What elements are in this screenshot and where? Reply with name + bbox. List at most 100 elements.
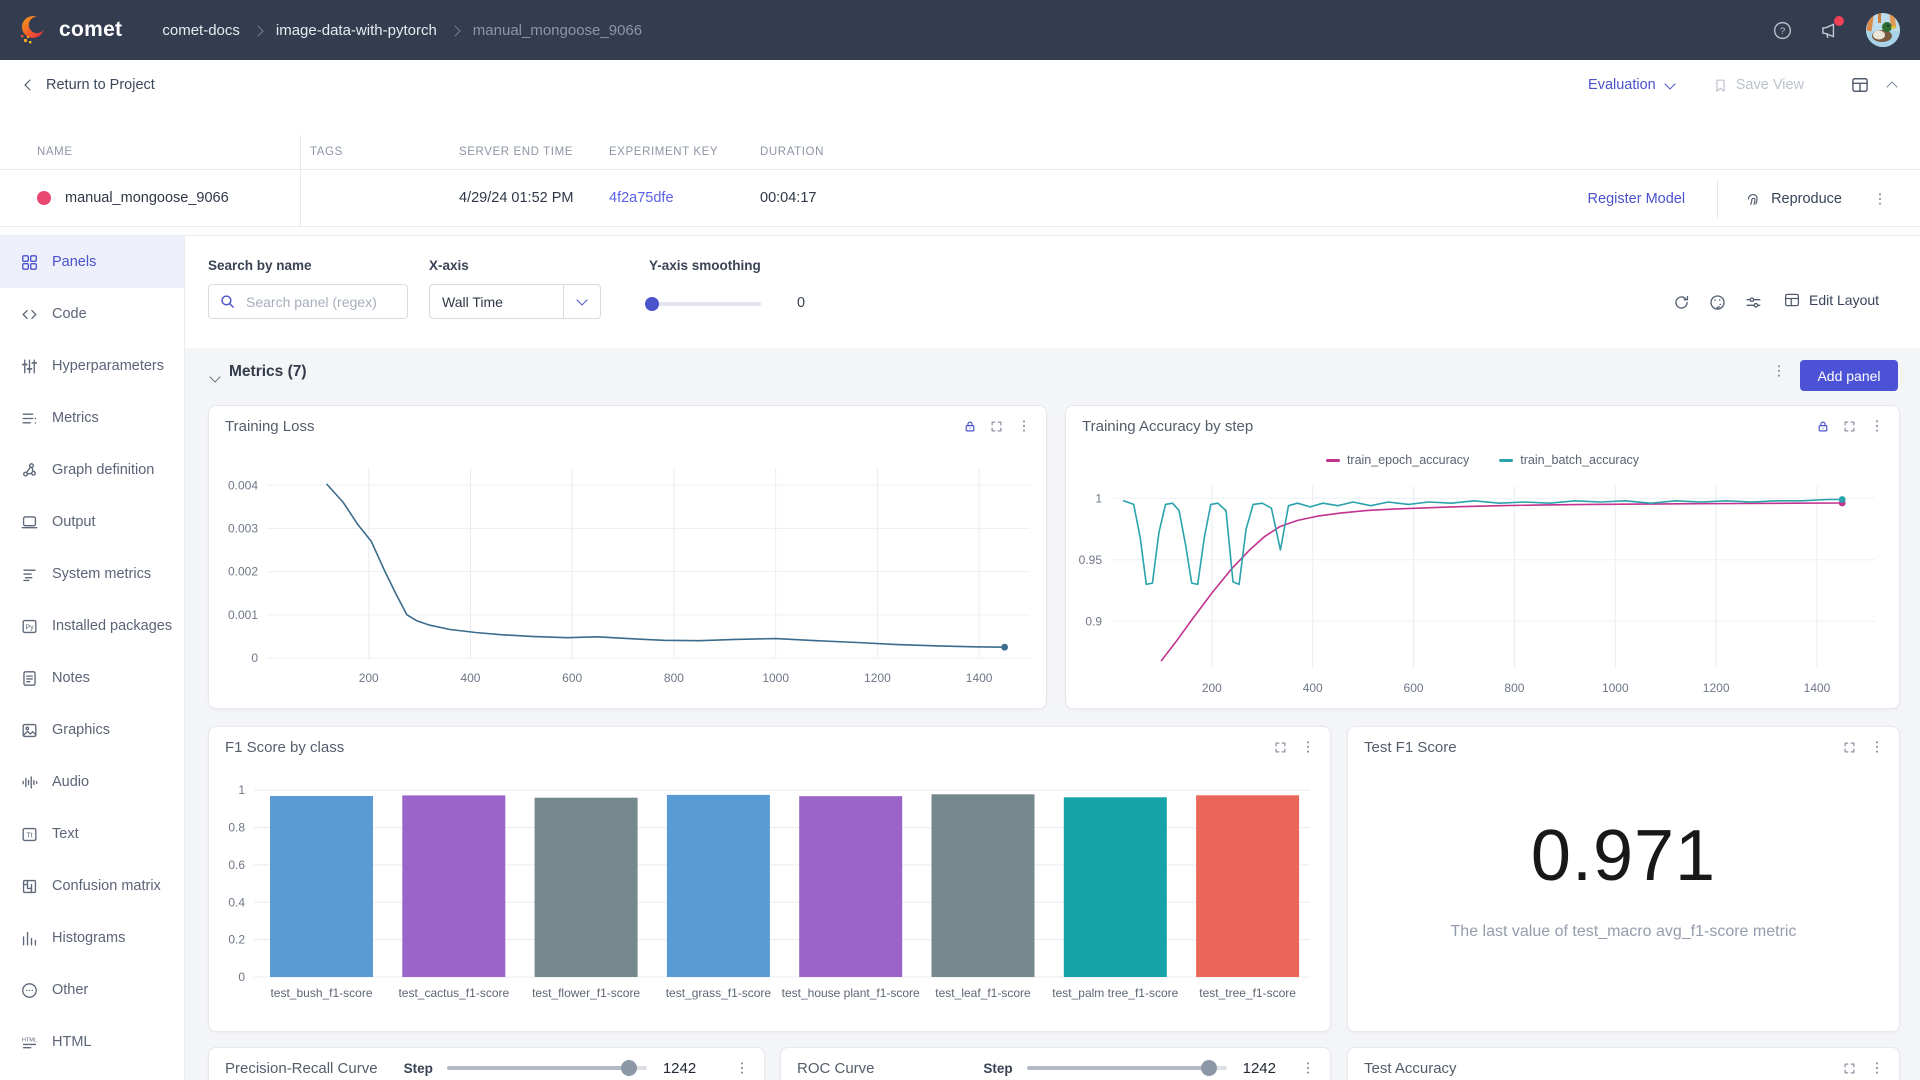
lock-icon[interactable]	[1816, 419, 1830, 434]
expand-icon[interactable]	[1842, 740, 1857, 755]
column-header-duration[interactable]: DURATION	[760, 146, 1920, 158]
sidebar-item-graphics[interactable]: Graphics	[0, 704, 184, 756]
experiment-name: manual_mongoose_9066	[65, 190, 229, 206]
view-dropdown[interactable]: Evaluation	[1588, 77, 1674, 93]
view-dropdown-value: Evaluation	[1588, 77, 1656, 93]
sidebar-item-label: Notes	[52, 670, 90, 686]
column-header-server-end-time[interactable]: SERVER END TIME	[459, 146, 609, 158]
svg-text:0.8: 0.8	[228, 821, 245, 835]
svg-text:Tt: Tt	[26, 831, 32, 839]
x-axis-value: Wall Time	[430, 294, 563, 310]
kebab-menu-icon[interactable]	[734, 1060, 750, 1076]
refresh-icon[interactable]	[1672, 293, 1691, 312]
step-label: Step	[404, 1061, 433, 1076]
breadcrumb-workspace[interactable]: comet-docs	[162, 22, 240, 39]
sidebar-item-text[interactable]: TtText	[0, 808, 184, 860]
expand-icon[interactable]	[1842, 1061, 1857, 1076]
step-slider-fill	[1027, 1066, 1209, 1070]
column-header-experiment-key[interactable]: EXPERIMENT KEY	[609, 146, 760, 158]
add-panel-button[interactable]: Add panel	[1800, 360, 1898, 391]
sidebar-item-output[interactable]: Output	[0, 496, 184, 548]
breadcrumb-project[interactable]: image-data-with-pytorch	[276, 22, 437, 39]
sidebar-item-label: Graph definition	[52, 462, 154, 478]
sidebar-item-panels[interactable]: Panels	[0, 236, 184, 288]
expand-icon[interactable]	[1842, 419, 1857, 434]
svg-text:0.95: 0.95	[1079, 553, 1103, 567]
kebab-menu-icon[interactable]	[1869, 739, 1885, 755]
legend-item[interactable]: train_batch_accuracy	[1499, 453, 1639, 467]
sidebar-item-notes[interactable]: Notes	[0, 652, 184, 704]
svg-text:1400: 1400	[966, 671, 993, 685]
comet-logo[interactable]: comet	[16, 13, 122, 47]
sidebar-item-graph-definition[interactable]: Graph definition	[0, 444, 184, 496]
experiment-key-link[interactable]: 4f2a75dfe	[609, 190, 760, 206]
chevron-up-icon[interactable]	[1886, 81, 1897, 92]
kebab-menu-icon[interactable]	[1872, 191, 1888, 207]
sidebar-item-label: System metrics	[52, 566, 151, 582]
kebab-menu-icon[interactable]	[1016, 418, 1032, 434]
smoothing-slider-track[interactable]	[651, 302, 761, 306]
reproduce-button[interactable]: Reproduce	[1744, 190, 1842, 208]
smoothing-slider-thumb[interactable]	[645, 297, 659, 311]
top-navbar: comet comet-docs image-data-with-pytorch…	[0, 0, 1920, 60]
expand-icon[interactable]	[1273, 740, 1288, 755]
x-axis-select[interactable]: Wall Time	[429, 284, 601, 319]
sidebar-item-confusion-matrix[interactable]: Confusion matrix	[0, 860, 184, 912]
sidebar-item-hyperparameters[interactable]: Hyperparameters	[0, 340, 184, 392]
panel-title: ROC Curve	[797, 1060, 875, 1077]
legend-item[interactable]: train_epoch_accuracy	[1326, 453, 1469, 467]
kebab-menu-icon[interactable]	[1300, 739, 1316, 755]
save-view-button[interactable]: Save View	[1712, 77, 1804, 94]
step-slider-thumb[interactable]	[621, 1060, 637, 1076]
sidebar: Panels Code Hyperparameters Metrics Graph de…	[0, 236, 185, 1080]
sidebar-item-installed-packages[interactable]: PyInstalled packages	[0, 600, 184, 652]
search-input[interactable]	[244, 293, 398, 311]
lock-icon[interactable]	[963, 419, 977, 434]
layout-grid-icon[interactable]	[1850, 75, 1870, 95]
sidebar-item-histograms[interactable]: Histograms	[0, 912, 184, 964]
expand-icon[interactable]	[989, 419, 1004, 434]
column-header-tags[interactable]: TAGS	[310, 146, 459, 158]
step-slider-thumb[interactable]	[1201, 1060, 1217, 1076]
server-end-time: 4/29/24 01:52 PM	[459, 190, 609, 206]
step-slider[interactable]	[1027, 1059, 1227, 1077]
sidebar-item-code[interactable]: Code	[0, 288, 184, 340]
column-header-name[interactable]: NAME	[37, 146, 310, 158]
panels-icon	[20, 253, 39, 272]
sidebar-item-html[interactable]: HTMLHTML	[0, 1016, 184, 1068]
hyperparameters-icon	[20, 357, 39, 376]
avatar[interactable]	[1866, 13, 1900, 47]
kebab-menu-icon[interactable]	[1869, 418, 1885, 434]
help-icon[interactable]: ?	[1772, 20, 1793, 41]
announcements-icon[interactable]	[1819, 20, 1840, 41]
svg-text:test_palm tree_f1-score: test_palm tree_f1-score	[1052, 986, 1178, 1000]
svg-text:test_cactus_f1-score: test_cactus_f1-score	[398, 986, 509, 1000]
filter-sliders-icon[interactable]	[1744, 293, 1763, 312]
svg-text:0.001: 0.001	[228, 608, 258, 622]
kebab-menu-icon[interactable]	[1300, 1060, 1316, 1076]
kebab-menu-icon[interactable]	[1869, 1060, 1885, 1076]
confusion-matrix-icon	[20, 877, 39, 896]
panel-title: Test Accuracy	[1364, 1060, 1842, 1077]
sidebar-item-label: Code	[52, 306, 87, 322]
sidebar-item-other[interactable]: Other	[0, 964, 184, 1016]
section-collapse-chevron[interactable]	[209, 371, 220, 382]
step-value: 1242	[1243, 1060, 1276, 1077]
panel-precision-recall: Precision-Recall Curve Step 1242	[208, 1047, 765, 1080]
sidebar-item-system-metrics[interactable]: System metrics	[0, 548, 184, 600]
search-panel-input[interactable]	[208, 284, 408, 319]
f1-score-bar-chart[interactable]: 00.20.40.60.81test_bush_f1-scoretest_cac…	[209, 767, 1330, 1031]
svg-text:200: 200	[359, 671, 379, 685]
step-slider[interactable]	[447, 1059, 647, 1077]
training-loss-chart[interactable]: 00.0010.0020.0030.0042004006008001000120…	[209, 446, 1046, 708]
register-model-link[interactable]: Register Model	[1588, 191, 1686, 207]
sidebar-item-label: Metrics	[52, 410, 99, 426]
sidebar-item-audio[interactable]: Audio	[0, 756, 184, 808]
kebab-menu-icon[interactable]	[1771, 362, 1787, 380]
edit-layout-button[interactable]: Edit Layout	[1783, 291, 1879, 309]
experiment-color-dot	[37, 191, 51, 205]
palette-icon[interactable]	[1708, 293, 1727, 312]
return-to-project-button[interactable]: Return to Project	[26, 77, 155, 93]
sidebar-item-metrics[interactable]: Metrics	[0, 392, 184, 444]
training-accuracy-chart[interactable]: 0.90.951200400600800100012001400	[1066, 474, 1899, 708]
